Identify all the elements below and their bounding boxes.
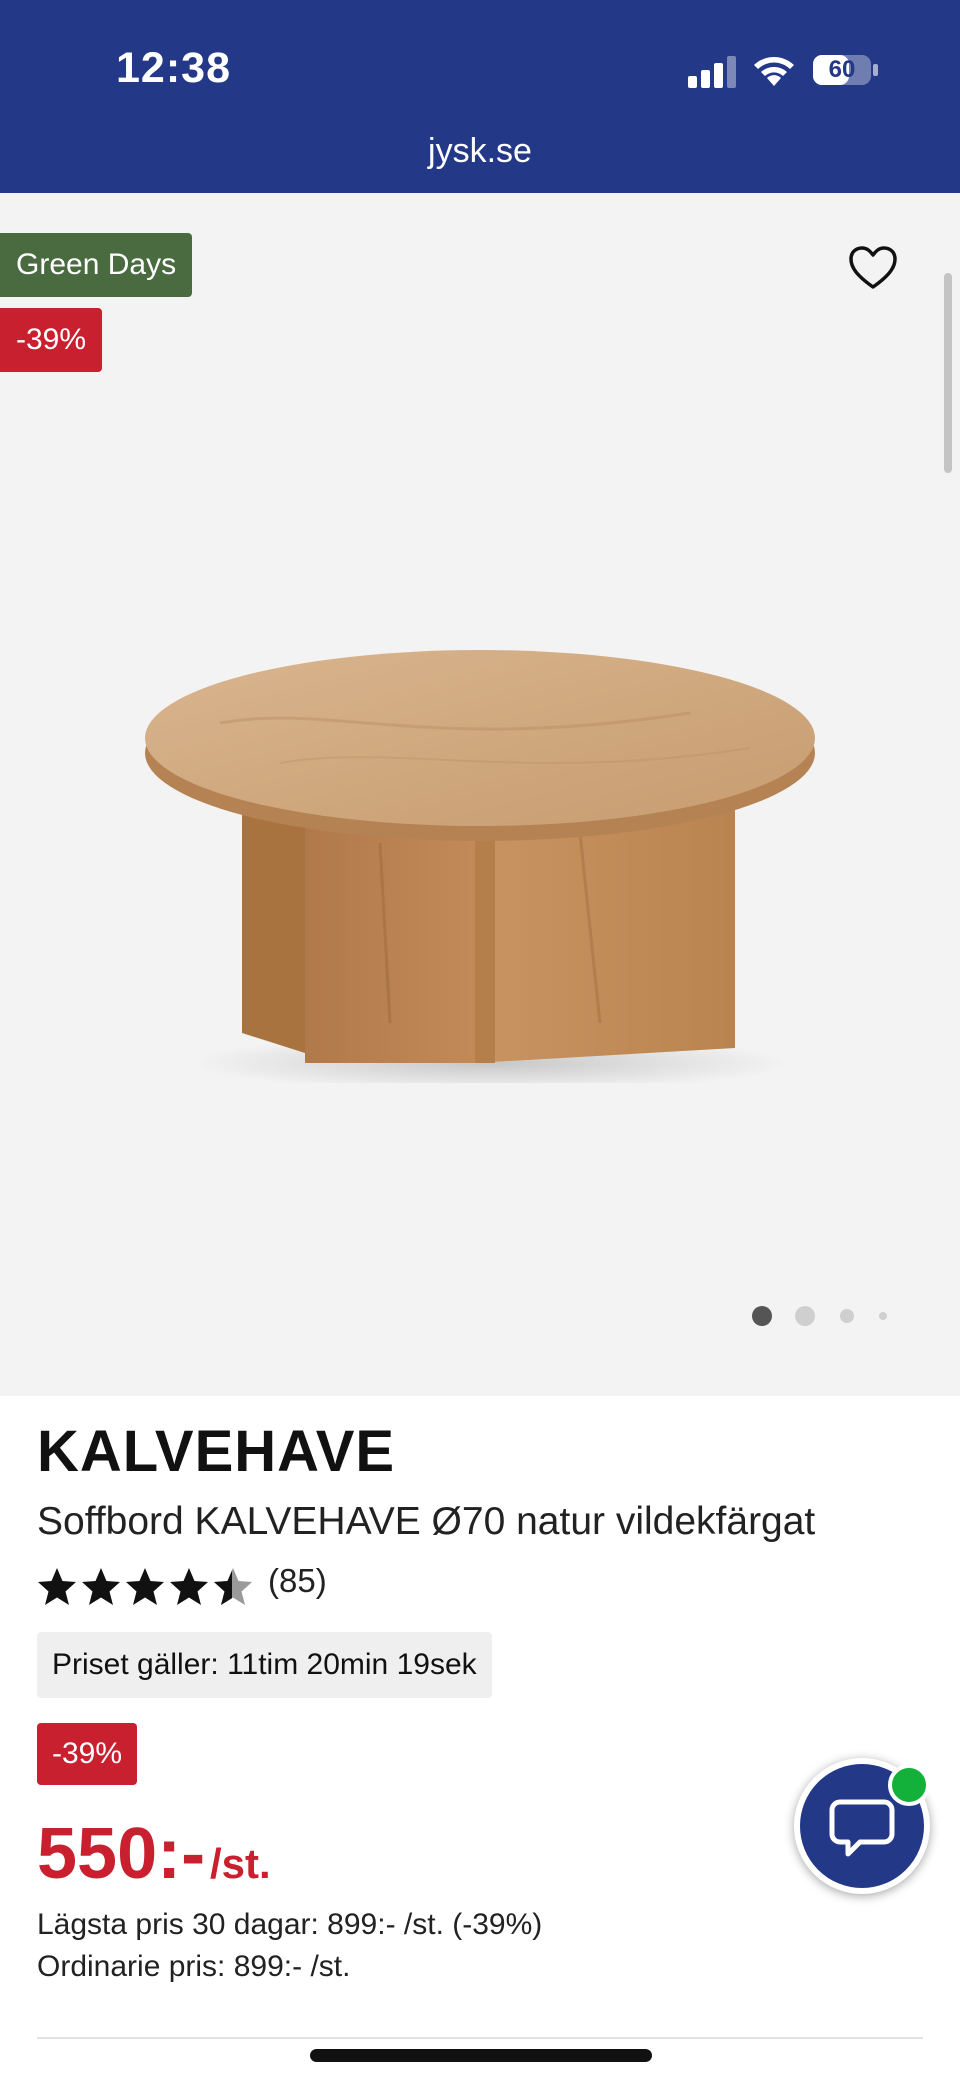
- wifi-icon: [754, 57, 794, 86]
- star-icon: [82, 1568, 120, 1605]
- rating-stars[interactable]: [37, 1564, 257, 1608]
- section-divider: [37, 2037, 923, 2039]
- current-price: 550:-: [37, 1814, 206, 1894]
- carousel-dot: [795, 1306, 815, 1326]
- product-image-carousel[interactable]: Green Days -39%: [0, 193, 960, 1396]
- home-indicator[interactable]: [310, 2049, 652, 2062]
- lowest-price-30-days: Lägsta pris 30 dagar: 899:- /st. (-39%): [37, 1908, 543, 1941]
- campaign-badge: Green Days: [0, 233, 193, 297]
- star-icon: [126, 1568, 164, 1605]
- star-icon: [38, 1568, 76, 1605]
- product-brand: KALVEHAVE: [37, 1419, 396, 1484]
- product-title: Soffbord KALVEHAVE Ø70 natur vildekfärga…: [37, 1500, 816, 1543]
- carousel-dot: [840, 1309, 854, 1323]
- discount-badge-hero: -39%: [0, 308, 103, 372]
- product-image: [145, 650, 815, 1083]
- browser-top-bar: 12:38 60 jysk.se: [0, 0, 960, 193]
- discount-badge: -39%: [37, 1723, 138, 1785]
- carousel-pagination[interactable]: [745, 1301, 905, 1331]
- address-bar-url[interactable]: jysk.se: [0, 132, 960, 171]
- star-icon: [170, 1568, 208, 1605]
- ordinary-price: Ordinarie pris: 899:- /st.: [37, 1950, 351, 1983]
- page-scrollbar[interactable]: [944, 273, 952, 473]
- review-count[interactable]: (85): [268, 1562, 327, 1600]
- battery-indicator: 60: [812, 54, 880, 86]
- chat-bubble-icon: [829, 1799, 895, 1857]
- price-unit: /st.: [210, 1840, 271, 1887]
- price-valid-timer: Priset gäller: 11tim 20min 19sek: [37, 1632, 492, 1698]
- battery-level: 60: [828, 56, 856, 83]
- carousel-dot: [879, 1312, 887, 1320]
- status-time: 12:38: [116, 44, 231, 92]
- carousel-dot: [752, 1306, 772, 1326]
- heart-icon[interactable]: [848, 245, 898, 291]
- cellular-signal-icon: [688, 56, 736, 88]
- online-status-indicator: [888, 1764, 930, 1806]
